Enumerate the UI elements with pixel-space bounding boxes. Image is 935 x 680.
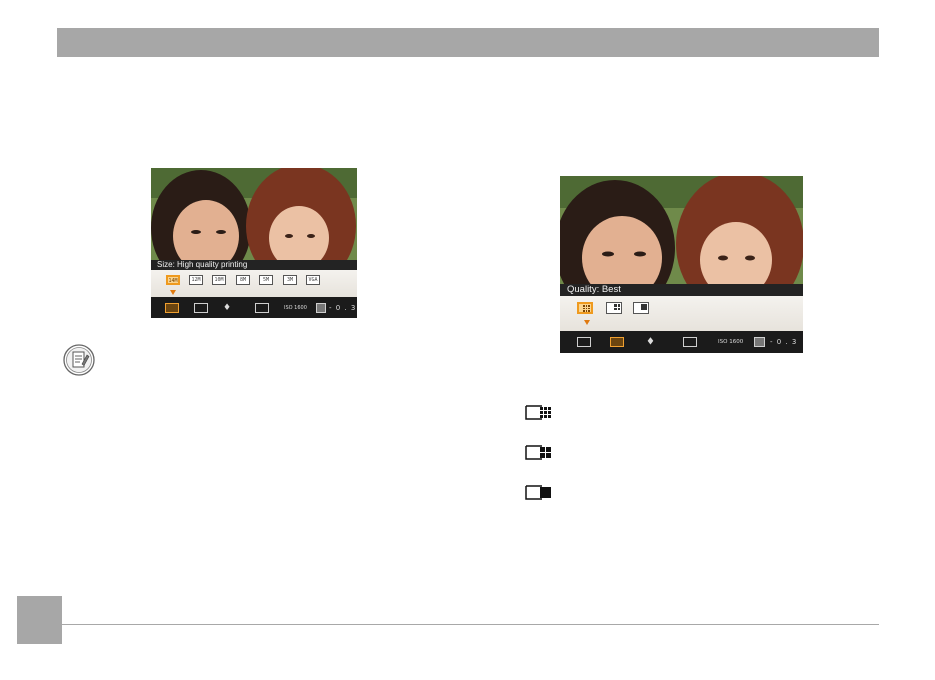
size-option[interactable]: 8M: [236, 275, 250, 285]
macro-status-icon: ♦: [223, 302, 232, 313]
size-option[interactable]: 14M: [166, 275, 180, 285]
size-options-panel: 14M 12M 10M 8M 5M 3M VGA: [151, 270, 357, 297]
quality-option-best[interactable]: [577, 302, 593, 314]
size-option[interactable]: 12M: [189, 275, 203, 285]
quality-fine-icon: [525, 445, 551, 460]
footer-rule: [62, 624, 879, 625]
macro-status-icon: ♦: [646, 336, 655, 348]
exposure-value: - 0 . 3: [329, 303, 357, 312]
quality-options-panel: [560, 296, 803, 331]
selection-arrow-icon: [170, 290, 176, 295]
quality-option-normal[interactable]: [633, 302, 649, 314]
sample-photo: [151, 168, 357, 260]
camera-screen-size: Size: High quality printing 14M 12M 10M …: [151, 168, 357, 318]
selection-arrow-icon: [584, 320, 590, 325]
quality-best-icon: [525, 405, 551, 420]
size-option[interactable]: 3M: [283, 275, 297, 285]
status-bar: ♦ ISO 1600 - 0 . 3: [560, 331, 803, 353]
quality-option-fine[interactable]: [606, 302, 622, 314]
size-option[interactable]: VGA: [306, 275, 320, 285]
size-status-icon: [165, 302, 179, 313]
note-icon: [63, 344, 95, 376]
quality-normal-icon: [525, 485, 551, 500]
size-status-icon: [577, 337, 591, 347]
quality-grid-icon: [641, 304, 647, 310]
exposure-icon: [316, 302, 326, 313]
menu-caption: Size: High quality printing: [151, 260, 357, 270]
metering-status-icon: [255, 302, 269, 313]
header-bar: [57, 28, 879, 57]
exposure-icon: [754, 337, 765, 347]
quality-grid-icon: [583, 305, 590, 312]
quality-grid-icon: [614, 304, 620, 310]
quality-status-icon: [610, 337, 624, 347]
iso-status-icon: ISO 1600: [718, 339, 744, 345]
status-bar: ♦ ISO 1600 - 0 . 3: [151, 297, 357, 318]
page-number-tab: [17, 596, 62, 644]
iso-status-icon: ISO 1600: [284, 304, 307, 311]
sample-photo: [560, 176, 803, 284]
size-option[interactable]: 5M: [259, 275, 273, 285]
menu-caption: Quality: Best: [560, 284, 803, 296]
metering-status-icon: [683, 337, 697, 347]
size-option[interactable]: 10M: [212, 275, 226, 285]
quality-status-icon: [194, 302, 208, 313]
camera-screen-quality: Quality: Best ♦ ISO 1600 - 0 . 3: [560, 176, 803, 353]
exposure-value: - 0 . 3: [770, 338, 798, 346]
